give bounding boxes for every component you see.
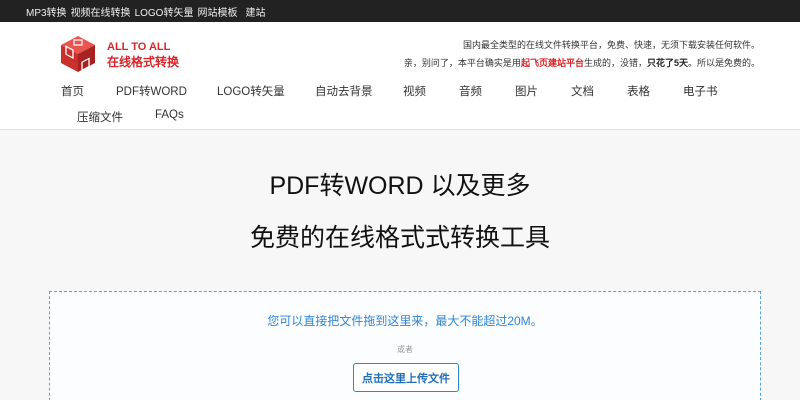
topbar-link-templates[interactable]: 网站模板 (197, 4, 237, 19)
nav-item-spreadsheet[interactable]: 表格 (627, 83, 650, 99)
topbar-link-mp3[interactable]: MP3转换 (26, 4, 67, 19)
nav-item-pdf-to-word[interactable]: PDF转WORD (116, 83, 187, 99)
upload-file-button[interactable]: 点击这里上传文件 (353, 363, 459, 392)
topbar-link-build[interactable]: 建站 (245, 4, 265, 19)
main-nav: 首页 PDF转WORD LOGO转矢量 自动去背景 视频 音频 图片 文档 表格… (0, 22, 800, 130)
nav-item-image[interactable]: 图片 (515, 83, 538, 99)
topbar-link-logo[interactable]: LOGO转矢量 (135, 4, 194, 19)
nav-item-audio[interactable]: 音频 (459, 83, 482, 99)
hero-title: PDF转WORD 以及更多 (269, 172, 531, 200)
nav-item-archive[interactable]: 压缩文件 (77, 109, 123, 125)
nav-item-video[interactable]: 视频 (403, 83, 426, 99)
nav-item-home[interactable]: 首页 (61, 83, 84, 99)
file-drop-zone[interactable]: 您可以直接把文件拖到这里来，最大不能超过20M。 或者 点击这里上传文件 (49, 291, 761, 400)
nav-item-logo-vector[interactable]: LOGO转矢量 (217, 83, 285, 99)
topbar-link-video[interactable]: 视频在线转换 (71, 4, 131, 19)
nav-item-remove-background[interactable]: 自动去背景 (315, 83, 373, 99)
top-bar: MP3转换 视频在线转换 LOGO转矢量 网站模板 建站 (0, 0, 800, 22)
nav-item-document[interactable]: 文档 (571, 83, 594, 99)
nav-item-ebook[interactable]: 电子书 (683, 83, 718, 99)
drop-or-label: 或者 (397, 345, 413, 354)
nav-item-faqs[interactable]: FAQs (155, 109, 184, 121)
site-header: ALL TO ALL 在线格式转换 国内最全类型的在线文件转换平台，免费、快速，… (0, 22, 800, 130)
hero-subtitle: 免费的在线格式式转换工具 (249, 224, 550, 252)
drop-hint: 您可以直接把文件拖到这里来，最大不能超过20M。 (267, 314, 543, 328)
